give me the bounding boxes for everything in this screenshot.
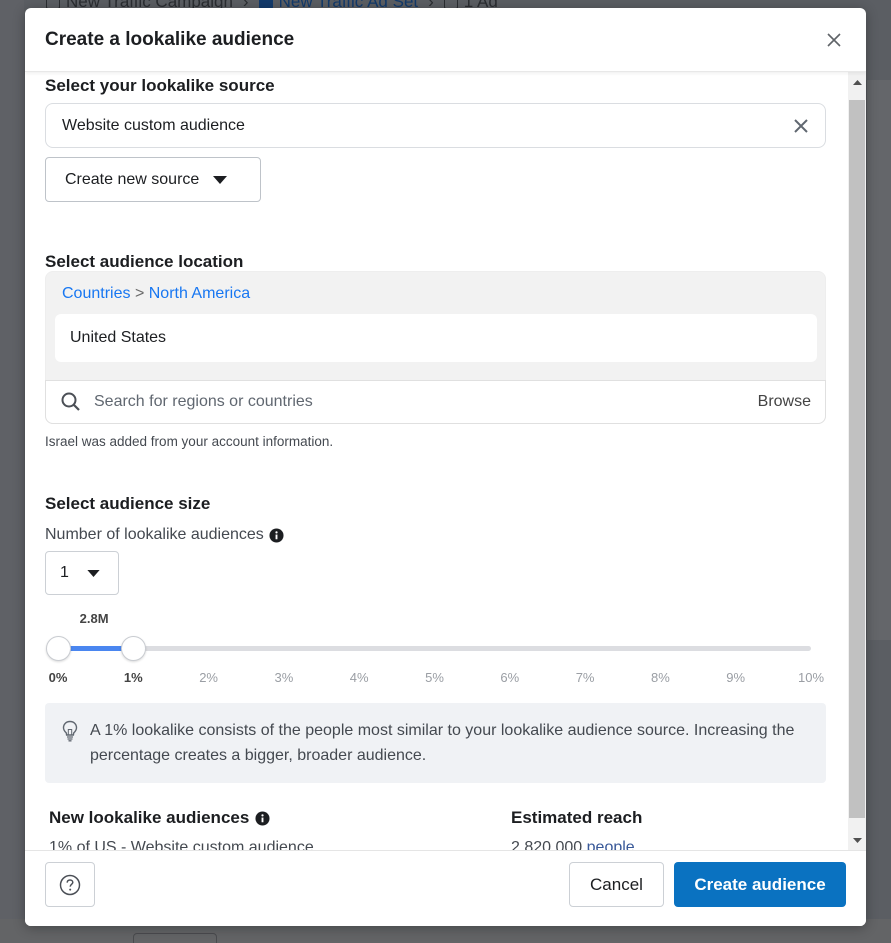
location-selector: Countries > North America United States … xyxy=(45,271,826,424)
dialog-body: Select your lookalike source Website cus… xyxy=(25,72,866,850)
reach-people-link[interactable]: people xyxy=(587,839,635,850)
help-icon xyxy=(59,874,81,895)
selected-location-item[interactable]: United States xyxy=(55,314,817,362)
location-search-bar: Browse xyxy=(45,380,826,424)
slider-tick-label: 6% xyxy=(500,670,520,685)
tip-text: A 1% lookalike consists of the people mo… xyxy=(90,722,795,764)
new-audiences-title: New lookalike audiences xyxy=(49,808,270,828)
browse-locations-button[interactable]: Browse xyxy=(758,393,811,411)
slider-tick-label: 10% xyxy=(797,670,825,685)
slider-tick-label: 9% xyxy=(726,670,746,685)
dialog-scroll-content: Select your lookalike source Website cus… xyxy=(25,72,846,850)
location-crumb-region[interactable]: North America xyxy=(149,285,250,302)
estimated-reach-title: Estimated reach xyxy=(511,808,643,827)
size-section-title: Select audience size xyxy=(45,494,211,513)
dialog-title: Create a lookalike audience xyxy=(45,28,295,50)
source-section-title: Select your lookalike source xyxy=(45,76,275,95)
new-audiences-value: 1% of US - Website custom audience xyxy=(49,839,314,850)
slider-tick-label: 2% xyxy=(199,670,218,685)
cancel-button[interactable]: Cancel xyxy=(569,862,664,907)
close-icon xyxy=(827,32,841,47)
create-audience-button[interactable]: Create audience xyxy=(674,862,846,907)
background-page-edge xyxy=(0,0,24,943)
slider-end-handle[interactable] xyxy=(120,636,146,661)
estimated-reach-value: 2,820,000 people xyxy=(511,839,635,850)
slider-tick-label: 5% xyxy=(425,670,444,685)
slider-tick-label: 0% xyxy=(48,670,68,685)
help-button[interactable] xyxy=(45,862,95,907)
slider-tick-label: 1% xyxy=(123,670,143,685)
number-of-audiences-label: Number of lookalike audiences xyxy=(45,526,284,544)
audience-size-slider[interactable]: 2.8M 0% 1% 2% 3% 4% 5% 6% 7% 8% 9% 10% xyxy=(45,602,835,692)
slider-tick-label: 3% xyxy=(274,670,294,685)
location-crumb-countries[interactable]: Countries xyxy=(62,285,130,302)
lookalike-source-input[interactable]: Website custom audience xyxy=(45,103,826,148)
scrollbar-thumb[interactable] xyxy=(849,100,865,818)
dialog-header: Create a lookalike audience xyxy=(25,8,866,72)
source-selected-value: Website custom audience xyxy=(62,116,245,134)
scroll-up-button[interactable] xyxy=(848,72,866,92)
scroll-down-icon xyxy=(852,837,862,843)
location-breadcrumb: Countries > North America xyxy=(62,285,251,302)
lookalike-tip: A 1% lookalike consists of the people mo… xyxy=(45,703,826,783)
location-section-title: Select audience location xyxy=(45,252,244,271)
dialog-footer: Cancel Create audience xyxy=(25,850,866,926)
slider-tick-label: 8% xyxy=(650,670,670,685)
info-icon[interactable] xyxy=(255,810,270,826)
lookalike-audience-dialog: Create a lookalike audience Select your … xyxy=(25,8,866,926)
close-button[interactable] xyxy=(822,28,846,52)
background-button xyxy=(133,933,217,943)
scroll-up-icon xyxy=(852,79,862,85)
number-of-audiences-select[interactable]: 1 xyxy=(45,551,119,595)
create-new-source-button[interactable]: Create new source xyxy=(45,157,261,202)
caret-down-icon xyxy=(87,569,100,577)
slider-value-label: 2.8M xyxy=(79,611,109,626)
background-panel xyxy=(866,80,891,640)
caret-down-icon xyxy=(213,175,228,184)
dialog-scrollbar[interactable] xyxy=(848,72,866,850)
slider-track[interactable] xyxy=(58,646,811,651)
slider-tick-label: 7% xyxy=(575,670,595,685)
clear-icon xyxy=(794,119,808,133)
info-icon[interactable] xyxy=(269,527,284,543)
clear-source-button[interactable] xyxy=(791,116,811,136)
lightbulb-icon xyxy=(62,720,78,742)
slider-start-handle[interactable] xyxy=(45,636,71,661)
scroll-down-button[interactable] xyxy=(848,830,866,850)
search-icon xyxy=(61,392,80,411)
location-search-input[interactable] xyxy=(94,393,758,411)
slider-tick-label: 4% xyxy=(349,670,369,685)
location-note: Israel was added from your account infor… xyxy=(45,434,334,449)
